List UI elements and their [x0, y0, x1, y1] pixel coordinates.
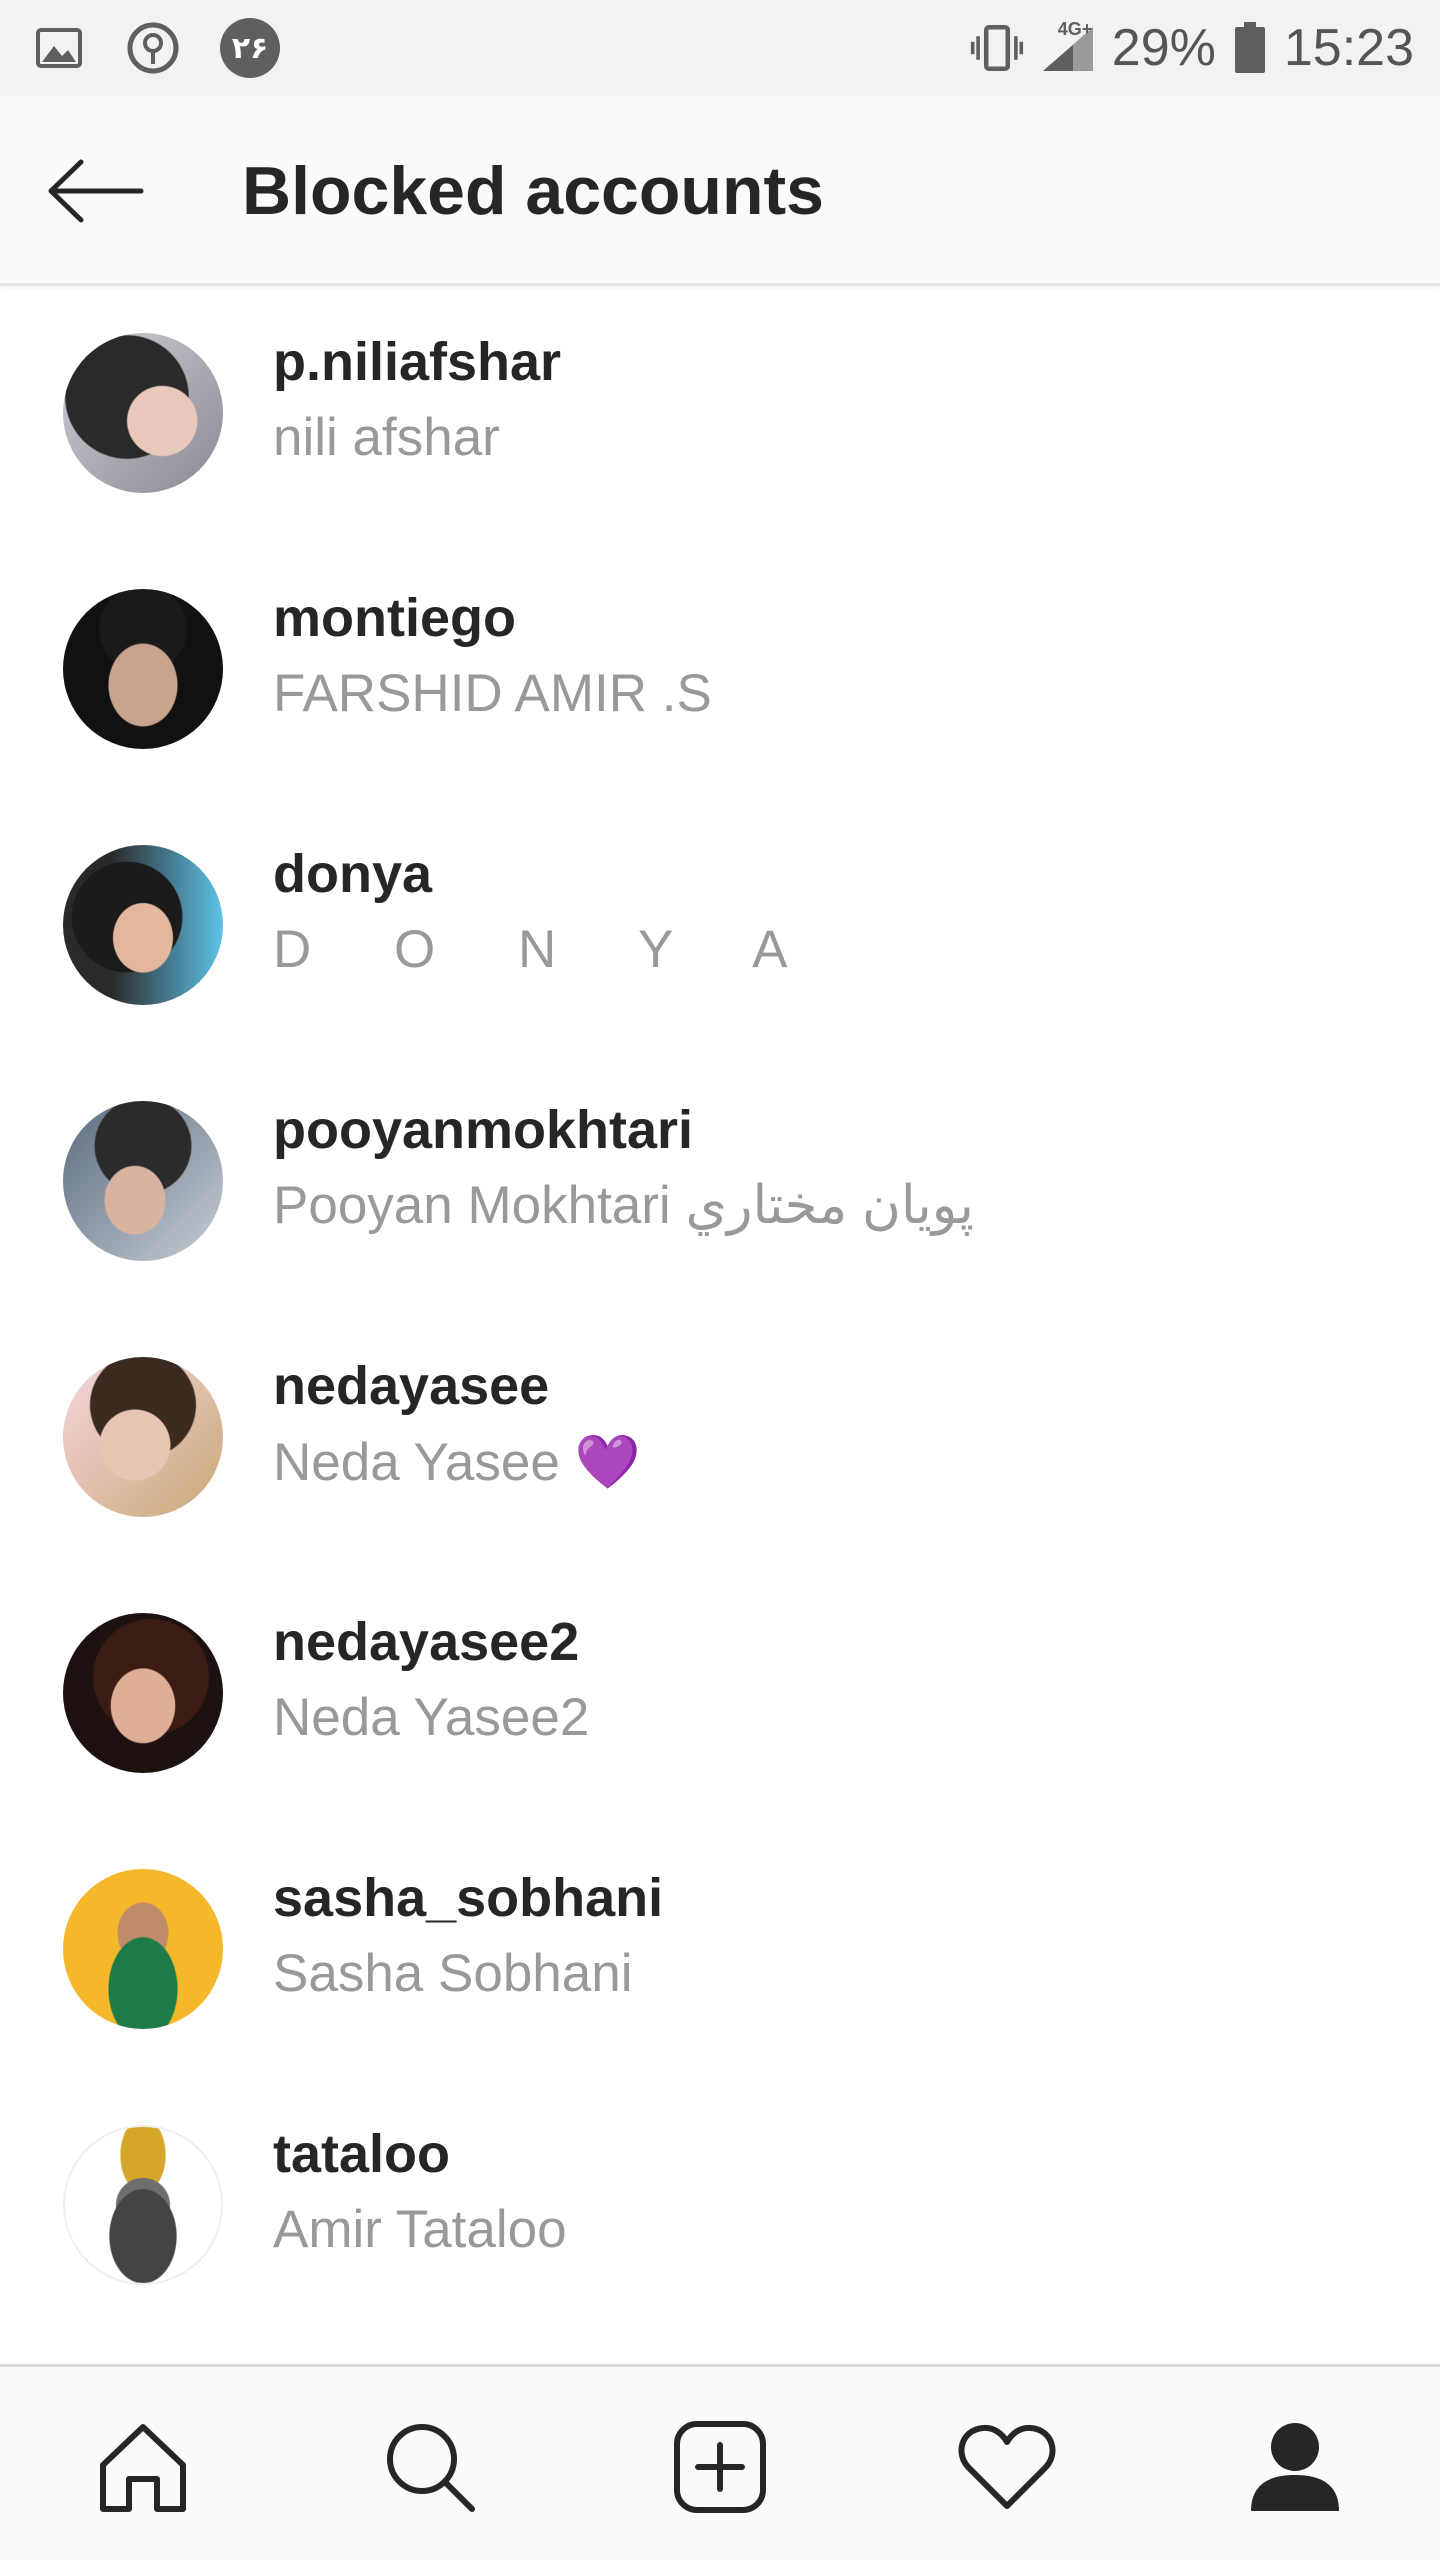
full-name: D O N Y A [273, 920, 822, 979]
list-item[interactable]: donya D O N Y A [0, 801, 1440, 1057]
list-item[interactable]: tataloo Amir Tataloo [0, 2081, 1440, 2337]
add-post-icon [674, 2421, 766, 2513]
back-button[interactable] [40, 146, 150, 236]
username[interactable]: tataloo [273, 2123, 450, 2185]
activity-heart-icon [958, 2424, 1056, 2509]
list-item[interactable]: p.niliafshar nili afshar [0, 289, 1440, 545]
nav-search[interactable] [375, 2412, 485, 2522]
username[interactable]: pooyanmokhtari [273, 1099, 693, 1161]
nav-new-post[interactable] [665, 2412, 775, 2522]
username[interactable]: p.niliafshar [273, 331, 561, 393]
avatar[interactable] [63, 1101, 223, 1261]
status-left: ۲۶ [32, 18, 280, 78]
network-type: 4G+ [1057, 19, 1093, 39]
full-name: Sasha Sobhani [273, 1944, 633, 2003]
full-name: Pooyan Mokhtari پویان مختاري [273, 1176, 974, 1235]
profile-icon [1251, 2423, 1339, 2511]
username[interactable]: montiego [273, 587, 516, 649]
nav-home[interactable] [88, 2412, 198, 2522]
bottom-nav [0, 2364, 1440, 2560]
username[interactable]: nedayasee2 [273, 1611, 579, 1673]
list-item[interactable]: nedayasee2 Neda Yasee2 [0, 1569, 1440, 1825]
image-icon [32, 21, 86, 75]
search-icon [387, 2424, 475, 2512]
full-name: nili afshar [273, 408, 500, 467]
signal-icon: 4G+ [1038, 19, 1098, 75]
avatar[interactable] [63, 1869, 223, 2029]
home-icon [100, 2424, 186, 2512]
avatar[interactable] [63, 1357, 223, 1517]
status-right: 4G+ 29% 15:23 [970, 18, 1414, 78]
avatar[interactable] [63, 589, 223, 749]
full-name: Neda Yasee 💜 [273, 1433, 641, 1492]
full-name: Neda Yasee2 [273, 1688, 590, 1747]
clock: 15:23 [1283, 19, 1414, 77]
nav-activity[interactable] [952, 2412, 1062, 2522]
full-name: FARSHID AMIR .S [273, 664, 712, 723]
battery-percent: 29% [1111, 19, 1216, 77]
battery-icon [1230, 21, 1270, 75]
list-item[interactable]: sasha_sobhani Sasha Sobhani [0, 1825, 1440, 2081]
list-item[interactable]: nedayasee Neda Yasee 💜 [0, 1313, 1440, 1569]
blocked-accounts-list: p.niliafshar nili afshar montiego FARSHI… [0, 289, 1440, 2337]
status-bar: ۲۶ 4G+ 29% 15:23 [0, 0, 1440, 96]
full-name: Amir Tataloo [273, 2200, 567, 2259]
list-item[interactable]: montiego FARSHID AMIR .S [0, 545, 1440, 801]
back-arrow-icon [48, 159, 144, 223]
list-item[interactable]: pooyanmokhtari Pooyan Mokhtari پویان مخت… [0, 1057, 1440, 1313]
notification-badge: ۲۶ [220, 18, 280, 78]
username[interactable]: sasha_sobhani [273, 1867, 663, 1929]
username[interactable]: donya [273, 843, 432, 905]
page-title: Blocked accounts [242, 153, 824, 229]
username[interactable]: nedayasee [273, 1355, 549, 1417]
nav-profile[interactable] [1240, 2412, 1350, 2522]
app-bar: Blocked accounts [0, 96, 1440, 286]
vibrate-icon [970, 21, 1024, 75]
avatar[interactable] [63, 333, 223, 493]
avatar[interactable] [63, 845, 223, 1005]
sync-icon [126, 21, 180, 75]
avatar[interactable] [63, 1613, 223, 1773]
avatar[interactable] [63, 2125, 223, 2285]
